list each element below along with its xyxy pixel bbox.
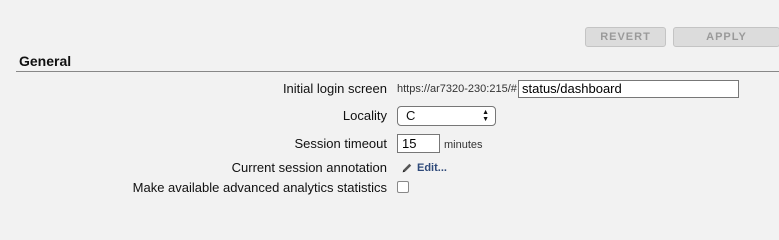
section-title: General	[19, 53, 72, 69]
section-divider	[16, 71, 779, 72]
initial-login-url-prefix: https://ar7320-230:215/#	[397, 83, 517, 95]
analytics-label: Make available advanced analytics statis…	[132, 180, 387, 195]
locality-selected-value: C	[406, 108, 416, 123]
session-timeout-label: Session timeout	[294, 136, 388, 151]
revert-button[interactable]: REVERT	[585, 27, 666, 47]
select-arrows-icon: ▲ ▼	[482, 109, 489, 123]
session-timeout-input[interactable]: 15	[397, 134, 440, 153]
session-timeout-unit: minutes	[444, 139, 483, 151]
annotation-label: Current session annotation	[231, 160, 387, 175]
initial-login-input[interactable]: status/dashboard	[518, 80, 739, 98]
initial-login-label: Initial login screen	[282, 81, 387, 96]
edit-link-label: Edit...	[417, 162, 447, 174]
analytics-checkbox[interactable]	[397, 181, 409, 193]
locality-label: Locality	[342, 108, 387, 123]
pencil-icon	[402, 163, 412, 173]
apply-button[interactable]: APPLY	[673, 27, 779, 47]
locality-select[interactable]: C ▲ ▼	[397, 106, 496, 126]
